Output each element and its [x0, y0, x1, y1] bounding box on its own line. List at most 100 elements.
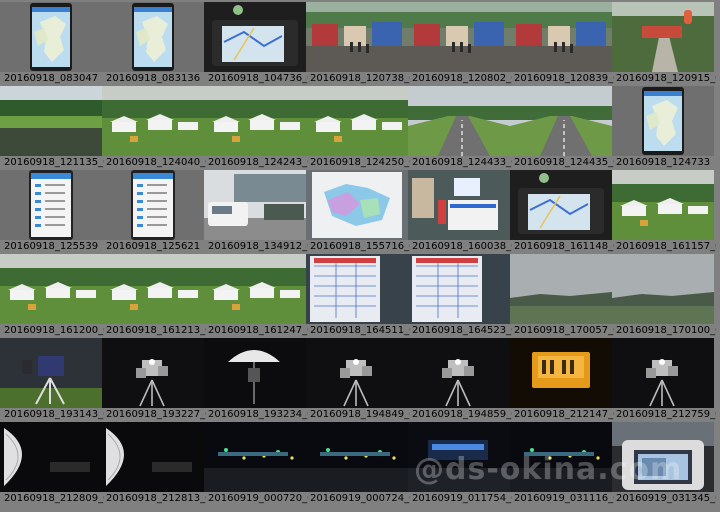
- thumbnail-caption: 20160918_161200_0: [4, 325, 104, 336]
- thumbnail-item[interactable]: 20160918_083047: [0, 2, 102, 86]
- thumbnail-image[interactable]: [612, 86, 714, 156]
- thumbnail-image[interactable]: [0, 86, 102, 156]
- thumbnail-item[interactable]: 20160918_124433_0: [408, 86, 512, 170]
- thumbnail-item[interactable]: 20160919_000724_0: [306, 422, 410, 506]
- thumbnail-item[interactable]: 20160919_031116_0: [510, 422, 614, 506]
- thumbnail-image[interactable]: [204, 338, 306, 408]
- thumbnail-item[interactable]: 20160918_164523_0: [408, 254, 512, 338]
- thumbnail-image[interactable]: [408, 254, 510, 324]
- thumbnail-item[interactable]: 20160918_161157_0: [612, 170, 716, 254]
- thumbnail-image[interactable]: [510, 2, 612, 72]
- thumbnail-image[interactable]: [0, 2, 102, 72]
- thumbnail-caption: 20160918_124243_0: [208, 157, 308, 168]
- thumbnail-caption: 20160919_011754_0: [412, 493, 512, 504]
- thumbnail-image[interactable]: [510, 86, 612, 156]
- thumbnail-item[interactable]: 20160918_161148_0: [510, 170, 614, 254]
- thumbnail-image[interactable]: [204, 422, 306, 492]
- thumbnail-item[interactable]: 20160918_212147_0: [510, 338, 614, 422]
- thumbnail-image[interactable]: [0, 254, 102, 324]
- thumbnail-item[interactable]: 20160918_155716_0: [306, 170, 410, 254]
- thumbnail-caption: 20160918_124040_0: [106, 157, 206, 168]
- thumbnail-item[interactable]: 20160918_164511_0: [306, 254, 410, 338]
- thumbnail-item[interactable]: 20160918_193234_0: [204, 338, 308, 422]
- thumbnail-caption: 20160918_120915_0: [616, 73, 716, 84]
- thumbnail-image[interactable]: [102, 254, 204, 324]
- thumbnail-caption: 20160918_161148_0: [514, 241, 614, 252]
- thumbnail-item[interactable]: 20160918_120839_0: [510, 2, 614, 86]
- thumbnail-item[interactable]: 20160918_125539: [0, 170, 102, 254]
- thumbnail-item[interactable]: 20160918_193227_0: [102, 338, 206, 422]
- thumbnail-caption: 20160918_170057_0: [514, 325, 614, 336]
- thumbnail-item[interactable]: 20160918_161200_0: [0, 254, 104, 338]
- thumbnail-item[interactable]: 20160919_011754_0: [408, 422, 512, 506]
- thumbnail-item[interactable]: 20160918_160038_0: [408, 170, 512, 254]
- thumbnail-image[interactable]: [510, 254, 612, 324]
- thumbnail-image[interactable]: [510, 338, 612, 408]
- thumbnail-image[interactable]: [204, 170, 306, 240]
- thumbnail-item[interactable]: 20160918_161213_0: [102, 254, 206, 338]
- thumbnail-caption: 20160918_194859_0: [412, 409, 512, 420]
- thumbnail-item[interactable]: 20160918_120802_0: [408, 2, 512, 86]
- thumbnail-image[interactable]: [102, 86, 204, 156]
- thumbnail-image[interactable]: [612, 338, 714, 408]
- thumbnail-item[interactable]: 20160918_212809_0: [0, 422, 104, 506]
- thumbnail-item[interactable]: 20160918_120738_0: [306, 2, 410, 86]
- thumbnail-image[interactable]: [408, 86, 510, 156]
- thumbnail-item[interactable]: 20160918_194859_0: [408, 338, 512, 422]
- thumbnail-caption: 20160918_161213_0: [106, 325, 206, 336]
- thumbnail-item[interactable]: 20160918_161247_0: [204, 254, 308, 338]
- thumbnail-image[interactable]: [204, 2, 306, 72]
- thumbnail-item[interactable]: 20160918_124435_0: [510, 86, 614, 170]
- thumbnail-caption: 20160918_170100_0: [616, 325, 716, 336]
- thumbnail-image[interactable]: [306, 254, 408, 324]
- thumbnail-item[interactable]: 20160918_120915_0: [612, 2, 716, 86]
- thumbnail-item[interactable]: 20160918_193143_0: [0, 338, 104, 422]
- thumbnail-caption: 20160918_193234_0: [208, 409, 308, 420]
- thumbnail-image[interactable]: [408, 170, 510, 240]
- thumbnail-image[interactable]: [408, 422, 510, 492]
- thumbnail-image[interactable]: [612, 2, 714, 72]
- thumbnail-image[interactable]: [408, 338, 510, 408]
- thumbnail-image[interactable]: [510, 422, 612, 492]
- thumbnail-image[interactable]: [306, 2, 408, 72]
- thumbnail-image[interactable]: [102, 422, 204, 492]
- thumbnail-image[interactable]: [0, 422, 102, 492]
- thumbnail-image[interactable]: [204, 254, 306, 324]
- thumbnail-image[interactable]: [612, 422, 714, 492]
- thumbnail-image[interactable]: [510, 170, 612, 240]
- thumbnail-item[interactable]: 20160918_124040_0: [102, 86, 206, 170]
- thumbnail-image[interactable]: [102, 170, 204, 240]
- thumbnail-item[interactable]: 20160918_124733: [612, 86, 714, 170]
- thumbnail-caption: 20160918_134912_0: [208, 241, 308, 252]
- thumbnail-image[interactable]: [612, 254, 714, 324]
- thumbnail-item[interactable]: 20160919_000720_0: [204, 422, 308, 506]
- thumbnail-caption: 20160918_193227_0: [106, 409, 206, 420]
- thumbnail-item[interactable]: 20160918_170100_0: [612, 254, 716, 338]
- thumbnail-image[interactable]: [306, 86, 408, 156]
- thumbnail-item[interactable]: 20160918_124243_0: [204, 86, 308, 170]
- thumbnail-caption: 20160918_164511_0: [310, 325, 410, 336]
- thumbnail-item[interactable]: 20160918_104736_0: [204, 2, 308, 86]
- thumbnail-item[interactable]: 20160918_134912_0: [204, 170, 308, 254]
- thumbnail-item[interactable]: 20160918_194849_0: [306, 338, 410, 422]
- thumbnail-image[interactable]: [306, 170, 408, 240]
- thumbnail-item[interactable]: 20160918_125621: [102, 170, 204, 254]
- thumbnail-image[interactable]: [612, 170, 714, 240]
- thumbnail-image[interactable]: [306, 422, 408, 492]
- thumbnail-item[interactable]: 20160918_083136: [102, 2, 204, 86]
- thumbnail-image[interactable]: [306, 338, 408, 408]
- thumbnail-item[interactable]: 20160918_212813_0: [102, 422, 206, 506]
- thumbnail-image[interactable]: [102, 338, 204, 408]
- thumbnail-image[interactable]: [0, 170, 102, 240]
- thumbnail-caption: 20160918_120839_0: [514, 73, 614, 84]
- thumbnail-caption: 20160918_212813_0: [106, 493, 206, 504]
- thumbnail-item[interactable]: 20160919_031345_0: [612, 422, 716, 506]
- thumbnail-item[interactable]: 20160918_170057_0: [510, 254, 614, 338]
- thumbnail-image[interactable]: [408, 2, 510, 72]
- thumbnail-item[interactable]: 20160918_212759_0: [612, 338, 716, 422]
- thumbnail-item[interactable]: 20160918_121135_0: [0, 86, 104, 170]
- thumbnail-image[interactable]: [0, 338, 102, 408]
- thumbnail-item[interactable]: 20160918_124250_0: [306, 86, 410, 170]
- thumbnail-image[interactable]: [204, 86, 306, 156]
- thumbnail-image[interactable]: [102, 2, 204, 72]
